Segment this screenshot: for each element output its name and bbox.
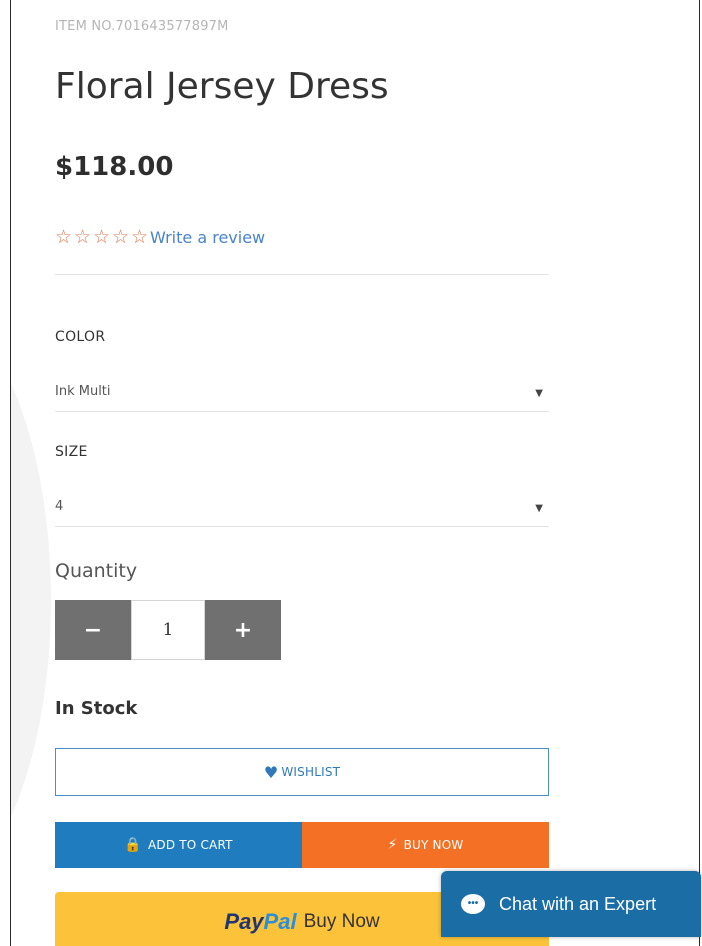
add-to-cart-button[interactable]: 🔒 ADD TO CART xyxy=(55,822,302,868)
color-label: COLOR xyxy=(55,329,106,345)
caret-down-icon: ▼ xyxy=(535,388,543,399)
paypal-logo-pay: Pay xyxy=(224,909,264,934)
star-icon: ☆ xyxy=(93,225,111,248)
wishlist-button[interactable]: ♥ WISHLIST xyxy=(55,748,549,796)
product-price: $118.00 xyxy=(55,152,174,182)
buy-now-label: BUY NOW xyxy=(403,838,464,852)
color-select[interactable]: Ink Multi ▼ xyxy=(55,378,549,412)
item-number: ITEM NO.701643577897M xyxy=(55,19,229,34)
star-icon: ☆ xyxy=(55,225,73,248)
quantity-stepper: − + xyxy=(55,600,281,660)
star-icon: ☆ xyxy=(131,225,149,248)
paypal-logo-pal: Pal xyxy=(263,909,297,934)
paypal-buy-now-label: Buy Now xyxy=(303,911,380,932)
color-selected-value: Ink Multi xyxy=(55,384,111,399)
quantity-decrease-button[interactable]: − xyxy=(55,600,131,660)
cart-actions: 🔒 ADD TO CART ⚡ BUY NOW xyxy=(55,822,549,868)
background-shape xyxy=(11,300,51,900)
size-select[interactable]: 4 ▼ xyxy=(55,493,549,527)
wishlist-label: WISHLIST xyxy=(281,765,341,779)
rating-row: ☆ ☆ ☆ ☆ ☆ Write a review xyxy=(55,224,265,250)
chat-bubble-icon: ••• xyxy=(461,894,485,914)
buy-now-button[interactable]: ⚡ BUY NOW xyxy=(302,822,549,868)
add-to-cart-label: ADD TO CART xyxy=(147,838,233,852)
stock-status: In Stock xyxy=(55,698,138,719)
quantity-label: Quantity xyxy=(55,560,138,582)
size-selected-value: 4 xyxy=(55,499,64,514)
write-review-link[interactable]: Write a review xyxy=(150,228,265,247)
lightning-icon: ⚡ xyxy=(387,837,398,853)
star-icon: ☆ xyxy=(74,225,92,248)
star-icon: ☆ xyxy=(112,225,130,248)
chat-label: Chat with an Expert xyxy=(499,893,657,914)
quantity-input[interactable] xyxy=(131,600,205,660)
bag-icon: 🔒 xyxy=(124,837,142,853)
rating-stars[interactable]: ☆ ☆ ☆ ☆ ☆ xyxy=(55,225,150,248)
product-title: Floral Jersey Dress xyxy=(55,66,389,107)
quantity-increase-button[interactable]: + xyxy=(205,600,281,660)
product-panel: ITEM NO.701643577897M Floral Jersey Dres… xyxy=(10,0,700,946)
caret-down-icon: ▼ xyxy=(535,503,543,514)
chat-with-expert-button[interactable]: ••• Chat with an Expert xyxy=(441,871,701,937)
heart-icon: ♥ xyxy=(263,762,279,782)
size-label: SIZE xyxy=(55,444,88,460)
divider xyxy=(55,274,549,275)
